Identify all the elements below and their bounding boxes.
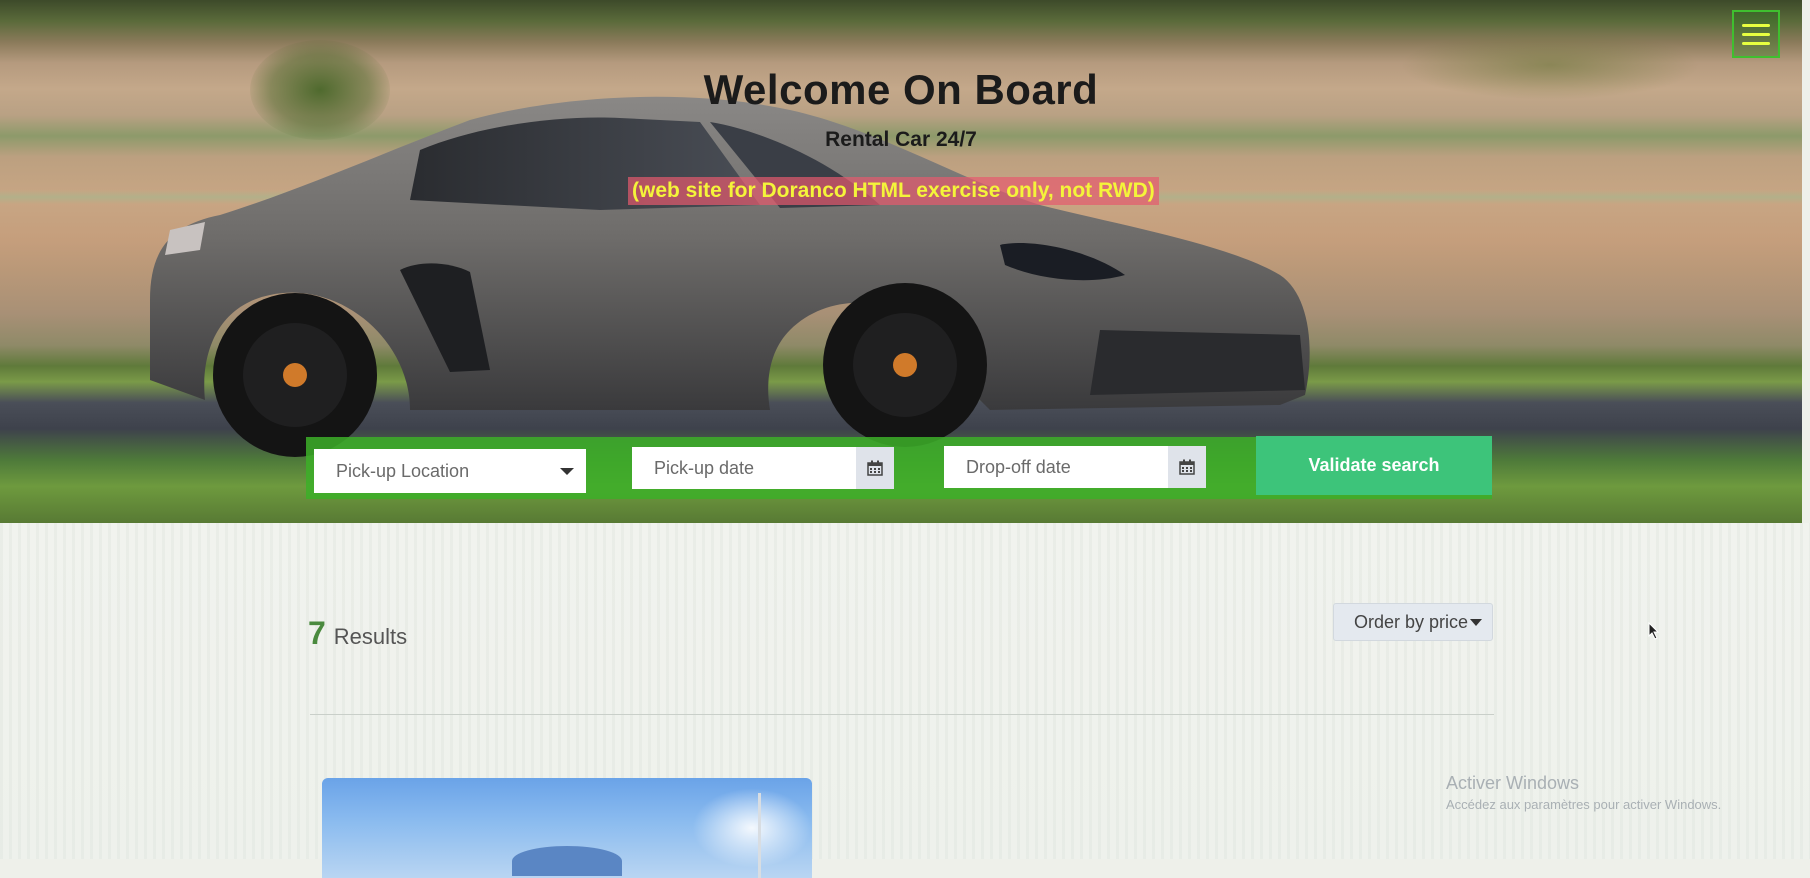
- results-summary: 7 Results: [308, 615, 407, 652]
- results-section: 7 Results Order by price Activer Windows…: [0, 523, 1810, 878]
- hamburger-icon-bar: [1742, 41, 1770, 45]
- car-card-image[interactable]: [322, 778, 812, 878]
- hamburger-icon-bar: [1742, 23, 1770, 27]
- dropoff-date-placeholder: Drop-off date: [966, 456, 1071, 477]
- watermark-title: Activer Windows: [1446, 773, 1580, 793]
- mouse-cursor-icon: [1648, 622, 1660, 640]
- exercise-note: (web site for Doranco HTML exercise only…: [628, 177, 1159, 205]
- results-count: 7: [308, 615, 326, 651]
- divider: [310, 714, 1494, 715]
- validate-search-button[interactable]: Validate search: [1256, 436, 1492, 495]
- hero-banner: Welcome On Board Rental Car 24/7 (web si…: [0, 0, 1802, 523]
- calendar-icon[interactable]: [856, 447, 894, 489]
- pickup-location-select[interactable]: Pick-up Location: [314, 449, 586, 493]
- dropoff-date-input[interactable]: Drop-off date: [944, 446, 1206, 488]
- car-roof: [512, 846, 622, 876]
- results-label: Results: [333, 624, 408, 649]
- search-bar: Pick-up Location Pick-up date Drop-off d…: [306, 436, 1492, 499]
- windows-activation-watermark: Activer Windows Accédez aux paramètres p…: [1446, 773, 1721, 812]
- chevron-down-icon: [1470, 618, 1483, 626]
- hamburger-menu-button[interactable]: [1732, 10, 1780, 58]
- pole: [758, 793, 761, 878]
- watermark-subtitle: Accédez aux paramètres pour activer Wind…: [1446, 797, 1722, 812]
- page-subtitle: Rental Car 24/7: [825, 128, 977, 151]
- pickup-location-placeholder: Pick-up Location: [336, 460, 470, 481]
- hamburger-icon-bar: [1742, 32, 1770, 36]
- sky-cloud: [692, 788, 812, 868]
- calendar-icon[interactable]: [1168, 446, 1206, 488]
- pickup-date-placeholder: Pick-up date: [654, 457, 755, 478]
- order-by-label: Order by price: [1354, 611, 1469, 632]
- pickup-date-input[interactable]: Pick-up date: [632, 447, 894, 489]
- order-by-price-dropdown[interactable]: Order by price: [1333, 603, 1493, 641]
- chevron-down-icon: [560, 468, 574, 475]
- page-title: Welcome On Board: [703, 66, 1099, 113]
